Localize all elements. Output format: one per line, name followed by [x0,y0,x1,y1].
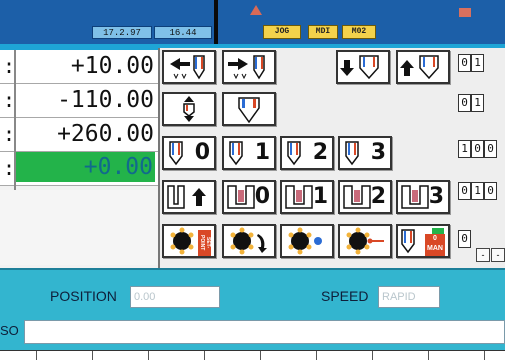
arrow-up-tool-icon [400,55,439,80]
alarm-icon [459,8,471,17]
tool-select-3-button[interactable]: 3 [338,136,392,170]
tool-select-1-button[interactable]: 1 [222,136,276,170]
counter-4: 0 1 0 [458,182,497,200]
position-field[interactable]: 0.00 [130,286,220,308]
axis-value: +10.00 [70,53,154,79]
tool-move-left-button[interactable] [162,50,216,84]
magazine-up-icon [167,185,206,209]
magazine-0-button[interactable]: 0 [222,180,276,214]
axis-row-4[interactable]: : +0.00 [0,152,158,186]
divider [214,0,218,44]
speed-label: SPEED [321,288,369,304]
mode-jog-button[interactable]: JOG [263,25,301,39]
tool-move-right-button[interactable] [222,50,276,84]
magazine-number: 1 [312,184,328,209]
tool-number: 3 [370,140,386,165]
magazine-1-button[interactable]: 1 [280,180,334,214]
magazine-2-button[interactable]: 2 [338,180,392,214]
tool-select-0-button[interactable]: 0 [162,136,216,170]
status-bar: 17.2.97 16.44 JOG MDI M02 [0,0,505,44]
turret-rotate-button[interactable] [222,224,276,258]
tool-panel: 0 1 2 3 0 1 2 3 SET-POINT 0 MAN [158,48,456,268]
arrow-down-tool-icon [340,55,379,80]
tool-number: 0 [194,140,210,165]
magazine-number: 2 [370,184,386,209]
axis-row-3[interactable]: : +260.00 [0,118,158,152]
time-display: 16.44 [154,26,212,39]
manual-tool-button[interactable]: 0 MAN [396,224,450,258]
turret-unload-icon [346,227,384,255]
divider [14,50,16,190]
arrow-left-tool-icon [170,55,205,80]
axis-row-2[interactable]: : -110.00 [0,84,158,118]
tool-move-up-button[interactable] [396,50,450,84]
tool-spindle-button[interactable] [222,92,276,126]
softkey-strip[interactable] [0,350,505,360]
speed-field[interactable]: RAPID [378,286,440,308]
turret-rotate-icon [230,227,267,255]
empty-area [0,190,158,265]
tool-move-down-button[interactable] [336,50,390,84]
tool-number: 2 [312,140,328,165]
set-point-button[interactable]: SET-POINT [162,224,216,258]
manual-badge: 0 MAN [425,234,445,256]
iso-label: SO [0,323,19,338]
turret-unload-button[interactable] [338,224,392,258]
mode-mdi-button[interactable]: MDI [308,25,338,39]
axis-row-1[interactable]: : +10.00 [0,50,158,84]
counter-2: 0 1 [458,94,484,112]
magazine-number: 0 [254,184,270,209]
decrement-button[interactable]: - [491,248,505,262]
turret-clamp-button[interactable] [280,224,334,258]
tool-select-2-button[interactable]: 2 [280,136,334,170]
magazine-3-button[interactable]: 3 [396,180,450,214]
turret-clamp-icon [288,227,322,255]
warning-icon [250,5,262,15]
bottom-panel: POSITION 0.00 SPEED RAPID SO [0,268,505,350]
counter-column: 0 1 0 1 1 0 0 0 1 0 0 - - [456,48,505,268]
axis-value: -110.00 [57,87,154,113]
arrow-right-tool-icon [228,55,265,80]
tool-number: 1 [254,140,270,165]
magazine-up-button[interactable] [162,180,216,214]
clamp-tool-icon [183,96,195,122]
counter-1: 0 1 [458,54,484,72]
spindle-tool-icon [238,97,260,124]
position-label: POSITION [50,288,117,304]
axis-value-active: +0.00 [16,152,155,182]
counter-5: 0 [458,230,471,248]
counter-3: 1 0 0 [458,140,497,158]
magazine-number: 3 [428,184,444,209]
date-display: 17.2.97 [92,26,152,39]
axis-value: +260.00 [57,121,154,147]
decrement-button[interactable]: - [476,248,490,262]
set-point-label: SET-POINT [198,230,211,256]
tool-clamp-button[interactable] [162,92,216,126]
mode-m02-button[interactable]: M02 [342,25,376,39]
iso-command-input[interactable] [24,320,505,344]
